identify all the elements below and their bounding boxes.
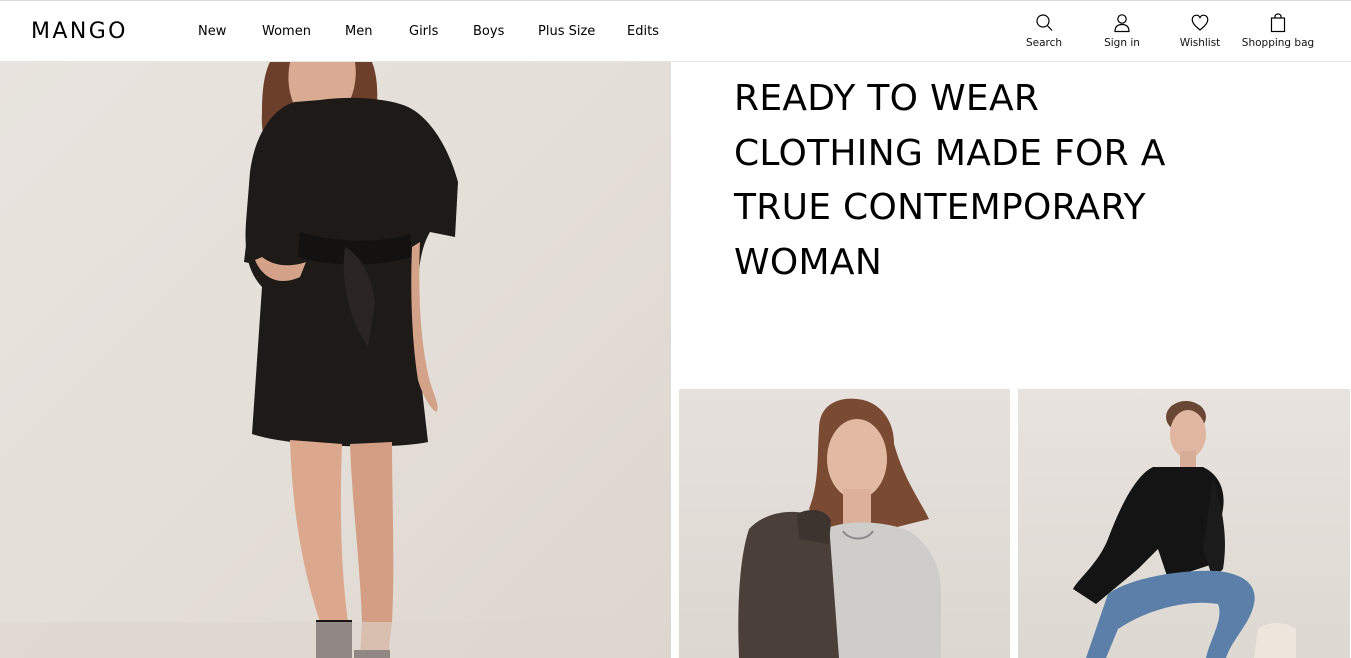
model-black-leather-dress-illustration	[0, 62, 671, 658]
search-label: Search	[1025, 37, 1063, 49]
bag-icon	[1270, 13, 1286, 33]
model-grey-top-illustration	[738, 398, 941, 658]
campaign-tile-jacket-over-shoulder[interactable]	[679, 389, 1010, 658]
wishlist-button[interactable]: Wishlist	[1176, 13, 1224, 53]
nav-men[interactable]: Men	[345, 23, 372, 41]
headline-line-4: WOMAN	[734, 241, 883, 283]
sign-in-label: Sign in	[1104, 37, 1140, 49]
headline-line-3: TRUE CONTEMPORARY	[734, 187, 1146, 228]
headline-line-1: READY TO WEAR	[734, 78, 1040, 119]
nav-women[interactable]: Women	[262, 23, 311, 41]
headline-line-2: CLOTHING MADE FOR A	[734, 132, 1166, 174]
nav-edits[interactable]: Edits	[627, 23, 659, 41]
nav-girls[interactable]: Girls	[409, 23, 438, 41]
nav-boys[interactable]: Boys	[473, 23, 504, 41]
hero-image-leather-dress[interactable]	[0, 62, 671, 658]
campaign-headline: READY TO WEAR CLOTHING MADE FOR A TRUE C…	[734, 72, 1294, 290]
model-black-blazer-illustration	[1073, 401, 1296, 658]
sign-in-button[interactable]: Sign in	[1098, 13, 1146, 53]
shopping-bag-button[interactable]: Shopping bag	[1240, 13, 1316, 53]
mango-logo[interactable]: MANGO	[31, 19, 128, 45]
user-icon	[1114, 14, 1130, 33]
campaign-tile-black-blazer[interactable]	[1018, 389, 1350, 658]
shopping-bag-label: Shopping bag	[1241, 37, 1315, 49]
wishlist-label: Wishlist	[1179, 37, 1221, 49]
search-icon	[1036, 14, 1053, 31]
heart-icon	[1191, 14, 1209, 31]
nav-new[interactable]: New	[198, 23, 226, 41]
site-header: MANGO New Women Men Girls Boys Plus Size…	[0, 1, 1351, 62]
nav-plus-size[interactable]: Plus Size	[538, 23, 595, 41]
search-button[interactable]: Search	[1021, 13, 1067, 53]
